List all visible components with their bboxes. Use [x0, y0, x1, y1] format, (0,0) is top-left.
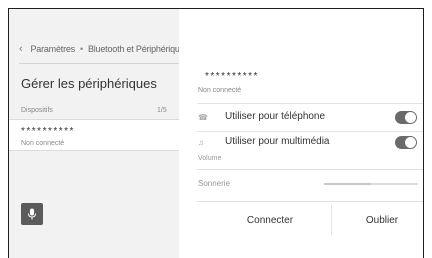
divider [197, 103, 423, 104]
device-list-item[interactable]: ********** Non connecté [9, 119, 179, 151]
devices-section-label: Dispositifs [21, 107, 53, 114]
forget-button[interactable]: Oublier [343, 209, 421, 231]
media-toggle[interactable] [395, 136, 417, 149]
ringtone-volume-slider[interactable] [324, 182, 418, 186]
chevron-left-icon[interactable]: ‹ [19, 43, 23, 55]
volume-section-label: Volume [198, 155, 222, 162]
microphone-icon [28, 208, 36, 220]
device-status: Non connecté [21, 140, 65, 147]
toggle-knob [405, 112, 416, 123]
slider-fill [324, 183, 371, 185]
breadcrumb-parent[interactable]: Paramètres [30, 44, 75, 54]
device-detail-name: ********** [205, 71, 259, 82]
toggle-knob [405, 137, 416, 148]
microphone-button[interactable] [21, 203, 43, 225]
divider [19, 63, 179, 64]
phone-icon: ☎ [198, 113, 208, 122]
ringtone-label: Sonnerie [198, 179, 231, 188]
screen-frame: ‹ Paramètres • Bluetooth et Périphérique… [8, 8, 424, 258]
left-pane: ‹ Paramètres • Bluetooth et Périphérique… [9, 9, 189, 258]
phone-option-row[interactable]: ☎ Utiliser pour téléphone [179, 105, 423, 131]
device-name: ********** [21, 126, 75, 137]
divider [197, 169, 423, 170]
divider [331, 205, 332, 235]
breadcrumb-current: Bluetooth et Périphériques [87, 44, 189, 54]
connect-button[interactable]: Connecter [215, 209, 325, 231]
media-option-row[interactable]: ♫ Utiliser pour multimédia [179, 130, 423, 156]
breadcrumb: ‹ Paramètres • Bluetooth et Périphérique… [19, 43, 189, 55]
divider [197, 201, 423, 202]
breadcrumb-separator: • [80, 44, 83, 54]
phone-option-label: Utiliser pour téléphone [225, 111, 326, 122]
media-option-label: Utiliser pour multimédia [225, 136, 330, 147]
device-detail-pane: ********** Non connecté ☎ Utiliser pour … [179, 9, 423, 258]
music-note-icon: ♫ [198, 138, 204, 147]
device-detail-status: Non connecté [198, 87, 242, 94]
phone-toggle[interactable] [395, 111, 417, 124]
devices-count: 1/5 [157, 107, 167, 114]
page-title: Gérer les périphériques [21, 76, 157, 91]
